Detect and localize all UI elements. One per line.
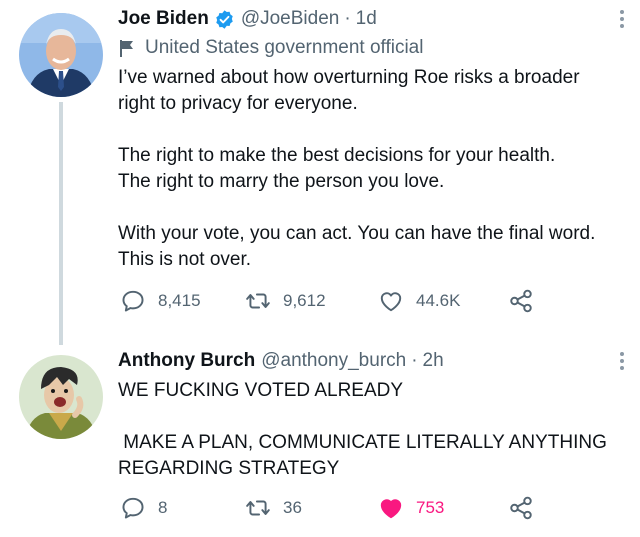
share-icon [510, 496, 532, 520]
retweet-icon [246, 500, 270, 516]
tweet-actions: 8,415 9,612 44.6K [120, 286, 550, 316]
retweet-icon [246, 293, 270, 309]
separator-dot: · [411, 350, 418, 371]
tweet-text: WE FUCKING VOTED ALREADY MAKE A PLAN, CO… [118, 378, 610, 482]
tweet-paragraph: The right to marry the person you love. [118, 171, 445, 192]
retweet-button[interactable]: 9,612 [245, 288, 326, 314]
reply-icon [122, 497, 144, 519]
like-button[interactable]: 753 [378, 495, 444, 521]
flag-icon [120, 40, 133, 57]
account-label: United States government official [118, 34, 610, 62]
reply-count: 8,415 [158, 291, 201, 310]
like-button[interactable]: 44.6K [378, 288, 460, 314]
avatar[interactable] [19, 13, 103, 97]
author-handle[interactable]: @anthony_burch [261, 350, 406, 372]
share-button[interactable] [508, 495, 534, 521]
retweet-count: 9,612 [283, 291, 326, 310]
share-icon [510, 289, 532, 313]
heart-icon [380, 292, 402, 312]
tweet-timestamp[interactable]: 2h [423, 350, 444, 372]
reply-button[interactable]: 8,415 [120, 288, 201, 314]
tweet-timestamp[interactable]: 1d [356, 8, 377, 30]
tweet-paragraph: MAKE A PLAN, COMMUNICATE LITERALLY ANYTH… [118, 432, 613, 479]
account-label-text: United States government official [145, 37, 424, 58]
heart-icon [380, 499, 402, 519]
tweet-paragraph: With your vote, you can act. You can hav… [118, 223, 596, 244]
retweet-count: 36 [283, 498, 302, 517]
thread-line [59, 102, 63, 345]
tweet-anthony-burch[interactable]: Anthony Burch @anthony_burch · 2h WE FUC… [0, 340, 640, 537]
tweet-paragraph: I’ve warned about how overturning Roe ri… [118, 67, 580, 114]
reply-count: 8 [158, 498, 168, 517]
author-name[interactable]: Joe Biden [118, 8, 209, 30]
tweet-actions: 8 36 753 [120, 493, 550, 523]
like-count: 753 [416, 498, 445, 517]
retweet-button[interactable]: 36 [245, 495, 302, 521]
separator-dot: · [344, 8, 351, 29]
tweet-content: Joe Biden @JoeBiden · 1d United States g… [118, 4, 610, 273]
avatar[interactable] [19, 355, 103, 439]
share-button[interactable] [508, 288, 534, 314]
more-options-icon[interactable] [618, 352, 626, 374]
more-options-icon[interactable] [618, 10, 626, 32]
tweet-paragraph: WE FUCKING VOTED ALREADY [118, 380, 404, 401]
tweet-header: Joe Biden @JoeBiden · 1d [118, 4, 610, 34]
tweet-content: Anthony Burch @anthony_burch · 2h WE FUC… [118, 346, 610, 482]
tweet-text: I’ve warned about how overturning Roe ri… [118, 65, 610, 273]
like-count: 44.6K [416, 291, 461, 310]
reply-button[interactable]: 8 [120, 495, 167, 521]
tweet-joe-biden[interactable]: Joe Biden @JoeBiden · 1d United States g… [0, 0, 640, 345]
reply-icon [122, 290, 144, 312]
tweet-header: Anthony Burch @anthony_burch · 2h [118, 346, 610, 376]
verified-badge-icon [216, 9, 233, 29]
author-name[interactable]: Anthony Burch [118, 350, 255, 372]
tweet-paragraph: This is not over. [118, 249, 252, 270]
author-handle[interactable]: @JoeBiden [241, 8, 340, 30]
tweet-paragraph: The right to make the best decisions for… [118, 145, 556, 166]
